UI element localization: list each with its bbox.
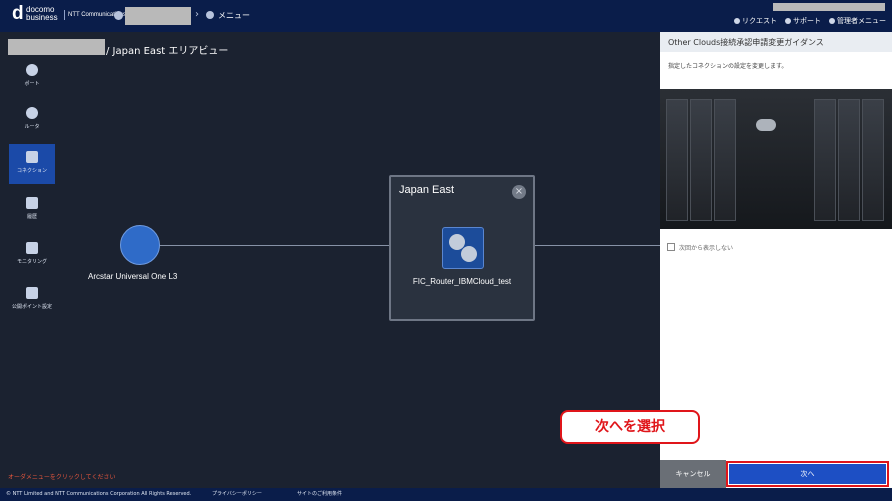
globe-icon[interactable] — [120, 225, 160, 265]
redacted-tenant — [125, 7, 191, 25]
help-icon — [785, 18, 791, 24]
top-bar: d docomo business NTT Communications › メ… — [0, 0, 892, 32]
menu-icon[interactable] — [206, 11, 214, 19]
area-popup: Japan East × FIC_Router_IBMCloud_test — [389, 175, 535, 321]
router-icon — [26, 107, 38, 119]
close-icon[interactable]: × — [512, 185, 526, 199]
panel-header: Other Clouds接続承認申請変更ガイダンス — [660, 32, 892, 52]
redacted-breadcrumb — [8, 39, 105, 55]
copyright: © NTT Limited and NTT Communications Cor… — [6, 491, 192, 497]
popup-title: Japan East — [399, 184, 455, 196]
monitor-icon — [26, 287, 38, 299]
privacy-link[interactable]: プライバシーポリシー — [212, 488, 262, 501]
gear-icon — [829, 18, 835, 24]
redacted-user — [773, 3, 885, 11]
terms-link[interactable]: サイトのご利用条件 — [297, 488, 342, 501]
menu-link[interactable]: メニュー — [218, 10, 250, 21]
router-node-icon[interactable] — [442, 227, 484, 269]
router-label: FIC_Router_IBMCloud_test — [412, 277, 512, 286]
node-label: Arcstar Universal One L3 — [88, 272, 178, 281]
panel-title: Other Clouds接続承認申請変更ガイダンス — [668, 38, 824, 47]
footer: © NTT Limited and NTT Communications Cor… — [0, 488, 892, 501]
sidebar: ポート ルータ コネクション 履歴 モニタリング 公開ポイント設定 — [0, 55, 57, 315]
panel-description: 指定したコネクションの設定を変更します。 — [668, 63, 788, 70]
next-button[interactable]: 次へ — [729, 464, 886, 484]
checkbox-icon[interactable] — [667, 243, 675, 251]
cloud-icon — [756, 119, 776, 131]
instruction-callout: 次へを選択 — [560, 410, 700, 444]
sidebar-item-router[interactable]: ルータ — [9, 100, 55, 140]
sidebar-item-monitoring[interactable]: モニタリング — [9, 235, 55, 275]
sidebar-item-port[interactable]: ポート — [9, 57, 55, 97]
order-hint: オーダメニューをクリックしてください — [8, 474, 116, 481]
admin-menu-link[interactable]: 管理者メニュー — [829, 16, 886, 26]
sidebar-item-public-point[interactable]: 公開ポイント設定 — [9, 280, 55, 320]
breadcrumb-icon — [114, 11, 123, 20]
request-link[interactable]: リクエスト — [734, 16, 777, 26]
cancel-button[interactable]: キャンセル — [660, 460, 726, 488]
logo: docomo business — [26, 5, 58, 22]
port-icon — [26, 64, 38, 76]
support-link[interactable]: サポート — [785, 16, 821, 26]
page-title: / Japan East エリアビュー — [106, 46, 229, 57]
logo-mark: d — [12, 3, 24, 24]
bell-icon — [734, 18, 740, 24]
history-icon — [26, 197, 38, 209]
connection-icon — [26, 151, 38, 163]
top-links: リクエスト サポート 管理者メニュー — [734, 16, 886, 26]
sidebar-item-connection[interactable]: コネクション — [9, 144, 55, 184]
monitoring-icon — [26, 242, 38, 254]
no-show-checkbox[interactable]: 次回から表示しない — [667, 243, 733, 252]
chevron-right-icon: › — [195, 9, 199, 20]
datacenter-image — [660, 89, 892, 229]
sidebar-item-history[interactable]: 履歴 — [9, 190, 55, 230]
